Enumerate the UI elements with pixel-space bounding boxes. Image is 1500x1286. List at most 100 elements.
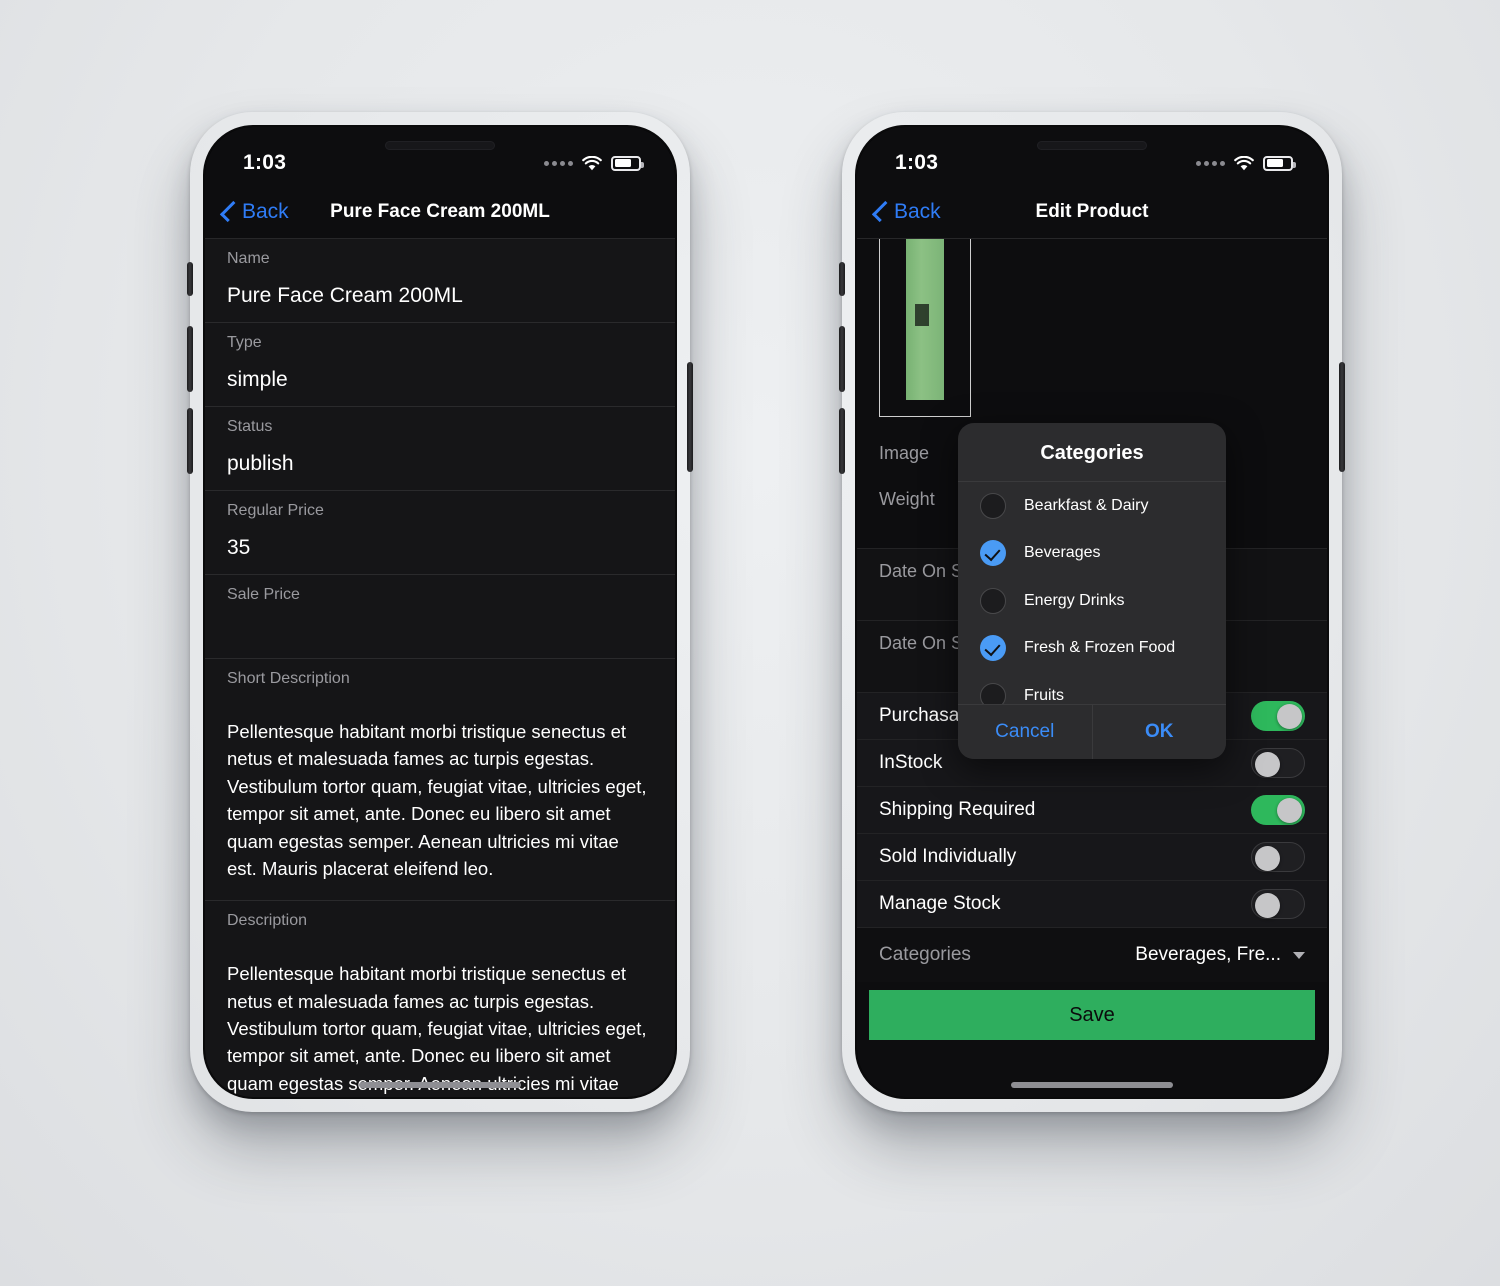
toggle-label: Manage Stock (879, 893, 1001, 914)
description-block[interactable]: Description Pellentesque habitant morbi … (205, 901, 675, 1097)
silent-switch[interactable] (187, 262, 193, 296)
back-button-label: Back (894, 199, 941, 223)
status-clock: 1:03 (243, 151, 287, 174)
status-bar-right: 1:03 (857, 127, 1327, 185)
field-label: Description (227, 912, 308, 930)
categories-selected-value: Beverages, Fre... (1135, 944, 1281, 965)
ok-button[interactable]: OK (1091, 705, 1227, 759)
speaker-grille (1037, 141, 1147, 150)
chevron-down-icon (1293, 951, 1305, 959)
save-button[interactable]: Save (869, 990, 1315, 1040)
status-bar-left: 1:03 (205, 127, 675, 185)
signal-dots-icon (1196, 160, 1225, 166)
cancel-button[interactable]: Cancel (958, 705, 1092, 759)
field-value: 35 (227, 536, 251, 559)
purchasable-toggle[interactable] (1251, 701, 1305, 731)
field-value: Pure Face Cream 200ML (227, 284, 463, 307)
field-label: Name (227, 250, 270, 267)
field-label: Status (227, 418, 273, 435)
screen-left: 1:03 Back Pure Face Cream 200ML Name Pur… (205, 127, 675, 1097)
checkbox-unchecked-icon[interactable] (980, 492, 1006, 519)
category-option-label: Bearkfast & Dairy (1024, 496, 1149, 514)
phone-device-left: 1:03 Back Pure Face Cream 200ML Name Pur… (187, 112, 693, 1112)
field-label: Regular Price (227, 502, 324, 519)
checkbox-checked-icon[interactable] (980, 635, 1006, 662)
speaker-grille (385, 141, 495, 150)
field-row-type[interactable]: Type simple (205, 323, 675, 407)
chevron-left-icon (219, 200, 242, 223)
back-button[interactable]: Back (219, 199, 289, 224)
row-label: Weight (879, 489, 935, 509)
product-detail-list[interactable]: Name Pure Face Cream 200ML Type simple S… (205, 239, 675, 1097)
volume-down-button[interactable] (187, 408, 193, 474)
category-option-label: Energy Drinks (1024, 591, 1125, 609)
back-button-label: Back (242, 199, 289, 223)
product-image-thumbnail[interactable] (879, 239, 971, 417)
toggle-label: Sold Individually (879, 846, 1017, 867)
back-button[interactable]: Back (871, 199, 941, 224)
phone-device-right: 1:03 Back Edit Product Image Weight Date… (839, 112, 1345, 1112)
field-row-status[interactable]: Status publish (205, 407, 675, 491)
category-option-bearkfast-dairy[interactable]: Bearkfast & Dairy (958, 482, 1226, 530)
category-option-label: Fruits (1024, 686, 1064, 704)
category-option-beverages[interactable]: Beverages (958, 530, 1226, 578)
field-label: Sale Price (227, 586, 300, 603)
field-row-regular-price[interactable]: Regular Price 35 (205, 491, 675, 575)
categories-selected-value-wrap[interactable]: Beverages, Fre... (1135, 944, 1305, 966)
row-manage-stock[interactable]: Manage Stock (857, 881, 1327, 928)
row-categories[interactable]: Categories Beverages, Fre... (857, 928, 1327, 982)
volume-up-button[interactable] (187, 326, 193, 392)
screen-right: 1:03 Back Edit Product Image Weight Date… (857, 127, 1327, 1097)
row-shipping-required[interactable]: Shipping Required (857, 787, 1327, 834)
nav-bar-left: Back Pure Face Cream 200ML (205, 185, 675, 239)
category-option-energy-drinks[interactable]: Energy Drinks (958, 577, 1226, 625)
volume-down-button[interactable] (839, 408, 845, 474)
categories-label: Categories (879, 944, 971, 965)
field-value (227, 620, 653, 646)
wifi-icon (1234, 155, 1254, 170)
row-label: Image (879, 442, 930, 463)
home-indicator[interactable] (1011, 1082, 1173, 1088)
category-option-fruits[interactable]: Fruits (958, 672, 1226, 704)
toggle-label: InStock (879, 752, 943, 773)
field-row-sale-price[interactable]: Sale Price (205, 575, 675, 659)
dialog-action-bar: Cancel OK (958, 704, 1226, 759)
short-description-text: Pellentesque habitant morbi tristique se… (227, 721, 647, 879)
power-button[interactable] (687, 362, 693, 472)
description-text: Pellentesque habitant morbi tristique se… (227, 963, 647, 1094)
row-sold-individually[interactable]: Sold Individually (857, 834, 1327, 881)
sold-individually-toggle[interactable] (1251, 842, 1305, 872)
checkbox-unchecked-icon[interactable] (980, 682, 1006, 704)
short-description-block[interactable]: Short Description Pellentesque habitant … (205, 659, 675, 902)
manage-stock-toggle[interactable] (1251, 889, 1305, 919)
toggle-label: Shipping Required (879, 799, 1036, 820)
battery-icon (611, 155, 644, 171)
wifi-icon (582, 155, 602, 170)
silent-switch[interactable] (839, 262, 845, 296)
shipping-required-toggle[interactable] (1251, 795, 1305, 825)
field-row-name[interactable]: Name Pure Face Cream 200ML (205, 239, 675, 323)
field-label: Short Description (227, 670, 350, 687)
categories-dialog[interactable]: Categories Bearkfast & Dairy Beverages E… (958, 423, 1226, 759)
product-image-graphic (906, 239, 944, 400)
power-button[interactable] (1339, 362, 1345, 472)
product-image-preview[interactable] (857, 239, 1327, 417)
chevron-left-icon (871, 200, 894, 223)
category-option-label: Beverages (1024, 544, 1101, 562)
volume-up-button[interactable] (839, 326, 845, 392)
category-option-fresh-frozen-food[interactable]: Fresh & Frozen Food (958, 625, 1226, 673)
field-value: simple (227, 368, 288, 391)
instock-toggle[interactable] (1251, 748, 1305, 778)
categories-option-list[interactable]: Bearkfast & Dairy Beverages Energy Drink… (958, 482, 1226, 704)
home-indicator[interactable] (359, 1082, 521, 1088)
field-label: Type (227, 334, 262, 351)
checkbox-unchecked-icon[interactable] (980, 587, 1006, 614)
nav-bar-right: Back Edit Product (857, 185, 1327, 239)
battery-icon (1263, 155, 1296, 171)
checkbox-checked-icon[interactable] (980, 540, 1006, 567)
dialog-title: Categories (958, 423, 1226, 482)
category-option-label: Fresh & Frozen Food (1024, 639, 1176, 657)
status-clock: 1:03 (895, 151, 939, 174)
signal-dots-icon (544, 160, 573, 166)
field-value: publish (227, 452, 294, 475)
